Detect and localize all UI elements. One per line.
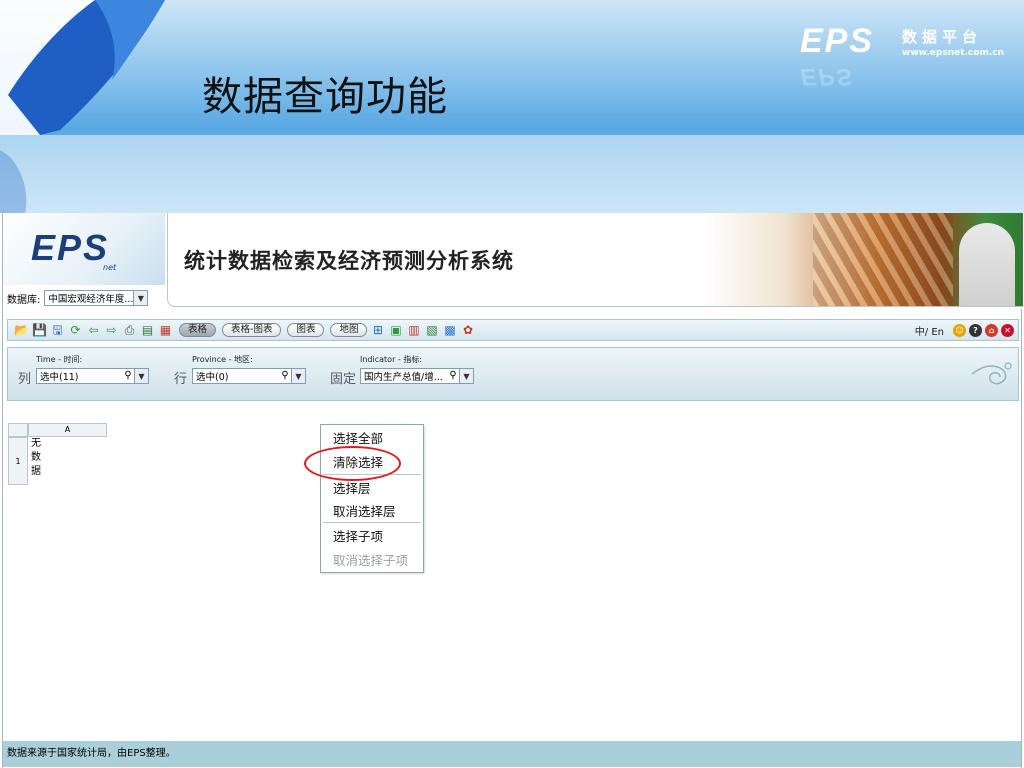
row-number[interactable]: 1	[8, 437, 28, 485]
chevron-down-icon[interactable]: ▼	[459, 369, 473, 383]
brand-cn-name: 数据平台	[902, 28, 983, 46]
exit-icon[interactable]: ✕	[1001, 323, 1014, 337]
database-select[interactable]: 中国宏观经济年度... ▼	[44, 290, 149, 306]
column-dimension-label: Time - 时间:	[36, 355, 83, 364]
forward-icon[interactable]: ⇨	[104, 323, 119, 338]
home-icon[interactable]: ⌂	[985, 323, 998, 337]
chart-type-icon[interactable]: ▦	[158, 323, 173, 338]
open-icon[interactable]: 📂	[14, 323, 29, 338]
toolbar-right: 中/ En ☺ ? ⌂ ✕	[915, 323, 1018, 338]
search-icon[interactable]: ⚲	[122, 369, 134, 383]
user-icon[interactable]: ☺	[953, 323, 966, 337]
column-dimension-value: 选中(11)	[40, 372, 79, 383]
search-icon[interactable]: ⚲	[279, 369, 291, 383]
database-row: 数据库: 中国宏观经济年度... ▼	[7, 289, 149, 307]
database-label: 数据库:	[7, 294, 41, 306]
calculate-icon[interactable]: ▣	[388, 323, 403, 338]
footer-source: 数据来源于国家统计局，由EPS整理。	[3, 741, 1021, 767]
grid-corner	[8, 423, 28, 437]
banner-photo-stripes	[813, 213, 953, 306]
row-dimension-label: Province - 地区:	[192, 355, 253, 364]
app-logo-box: EPS net	[3, 213, 165, 285]
app-logo-sub: net	[103, 263, 117, 272]
back-icon[interactable]: ⇦	[86, 323, 101, 338]
system-title: 统计数据检索及经济预测分析系统	[184, 249, 514, 273]
grid-cell[interactable]: 无数据	[28, 437, 41, 479]
row-dimension-value: 选中(0)	[196, 372, 229, 383]
slide-header: 数据查询功能 EPS EPS 数据平台 www.epsnet.com.cn	[0, 0, 1024, 213]
app-window: EPS net 数据库: 中国宏观经济年度... ▼ 统计数据检索及经济预测分析…	[2, 213, 1023, 768]
database-select-value: 中国宏观经济年度...	[48, 294, 134, 305]
fixed-dimension-select[interactable]: 国内生产总值/增... ⚲ ▼	[360, 368, 474, 384]
fixed-dimension-label: Indicator - 指标:	[360, 355, 423, 364]
brand-logo-reflection: EPS	[800, 63, 855, 90]
slide-title: 数据查询功能	[202, 74, 448, 120]
refresh-icon[interactable]: ⟳	[68, 323, 83, 338]
app-banner: EPS net 数据库: 中国宏观经济年度... ▼ 统计数据检索及经济预测分析…	[3, 213, 1023, 309]
language-toggle[interactable]: 中/ En	[915, 323, 944, 338]
save-icon[interactable]: 💾	[32, 323, 47, 338]
menu-separator	[323, 522, 421, 523]
dimension-selector: Time - 时间: 列 选中(11) ⚲ ▼ Province - 地区: 行…	[7, 347, 1019, 401]
app-logo: EPS	[31, 227, 110, 268]
sort-icon[interactable]: ▧	[424, 323, 439, 338]
settings-icon[interactable]: ✿	[460, 323, 475, 338]
toolbar: 📂 💾 🖫 ⟳ ⇦ ⇨ ⎙ ▤ ▦ 表格 表格-图表 图表 地图 ⊞ ▣ ▥ ▧…	[7, 319, 1019, 341]
grid-icon[interactable]: ▩	[442, 323, 457, 338]
chevron-down-icon[interactable]: ▼	[133, 291, 148, 305]
banner-photo-person	[959, 223, 1015, 306]
export-icon[interactable]: ▤	[140, 323, 155, 338]
menu-item-deselect-children: 取消选择子项	[333, 553, 409, 568]
fixed-axis-label: 固定	[330, 372, 357, 387]
menu-item-deselect-level[interactable]: 取消选择层	[333, 501, 396, 520]
swoosh-decoration	[0, 0, 165, 213]
chevron-down-icon[interactable]: ▼	[291, 369, 305, 383]
row-axis-label: 行	[174, 372, 188, 387]
help-icon[interactable]: ?	[969, 323, 982, 337]
chevron-down-icon[interactable]: ▼	[134, 369, 148, 383]
column-dimension-select[interactable]: 选中(11) ⚲ ▼	[36, 368, 149, 384]
column-header[interactable]: A	[28, 423, 107, 437]
save-as-icon[interactable]: 🖫	[50, 323, 65, 338]
banner-photo	[703, 213, 1023, 306]
fixed-dimension-value: 国内生产总值/增...	[364, 372, 443, 383]
filter-icon[interactable]: ▥	[406, 323, 421, 338]
menu-item-select-children[interactable]: 选择子项	[333, 526, 383, 545]
brand-logo: EPS	[800, 22, 875, 60]
brand-block: EPS EPS 数据平台 www.epsnet.com.cn	[800, 18, 1010, 90]
tab-map[interactable]: 地图	[330, 323, 368, 337]
highlight-circle	[304, 446, 401, 481]
system-banner: 统计数据检索及经济预测分析系统	[167, 213, 1023, 307]
brand-url: www.epsnet.com.cn	[902, 48, 1004, 58]
search-icon[interactable]: ⚲	[447, 369, 459, 383]
row-dimension-select[interactable]: 选中(0) ⚲ ▼	[192, 368, 306, 384]
menu-item-select-all[interactable]: 选择全部	[333, 428, 383, 447]
tab-table-chart[interactable]: 表格-图表	[222, 323, 282, 337]
tab-chart[interactable]: 图表	[287, 323, 325, 337]
print-icon[interactable]: ⎙	[122, 323, 137, 338]
pivot-icon[interactable]: ⊞	[370, 323, 385, 338]
tab-table[interactable]: 表格	[179, 323, 217, 337]
column-axis-label: 列	[18, 372, 32, 387]
swirl-decoration-icon	[971, 362, 1012, 385]
